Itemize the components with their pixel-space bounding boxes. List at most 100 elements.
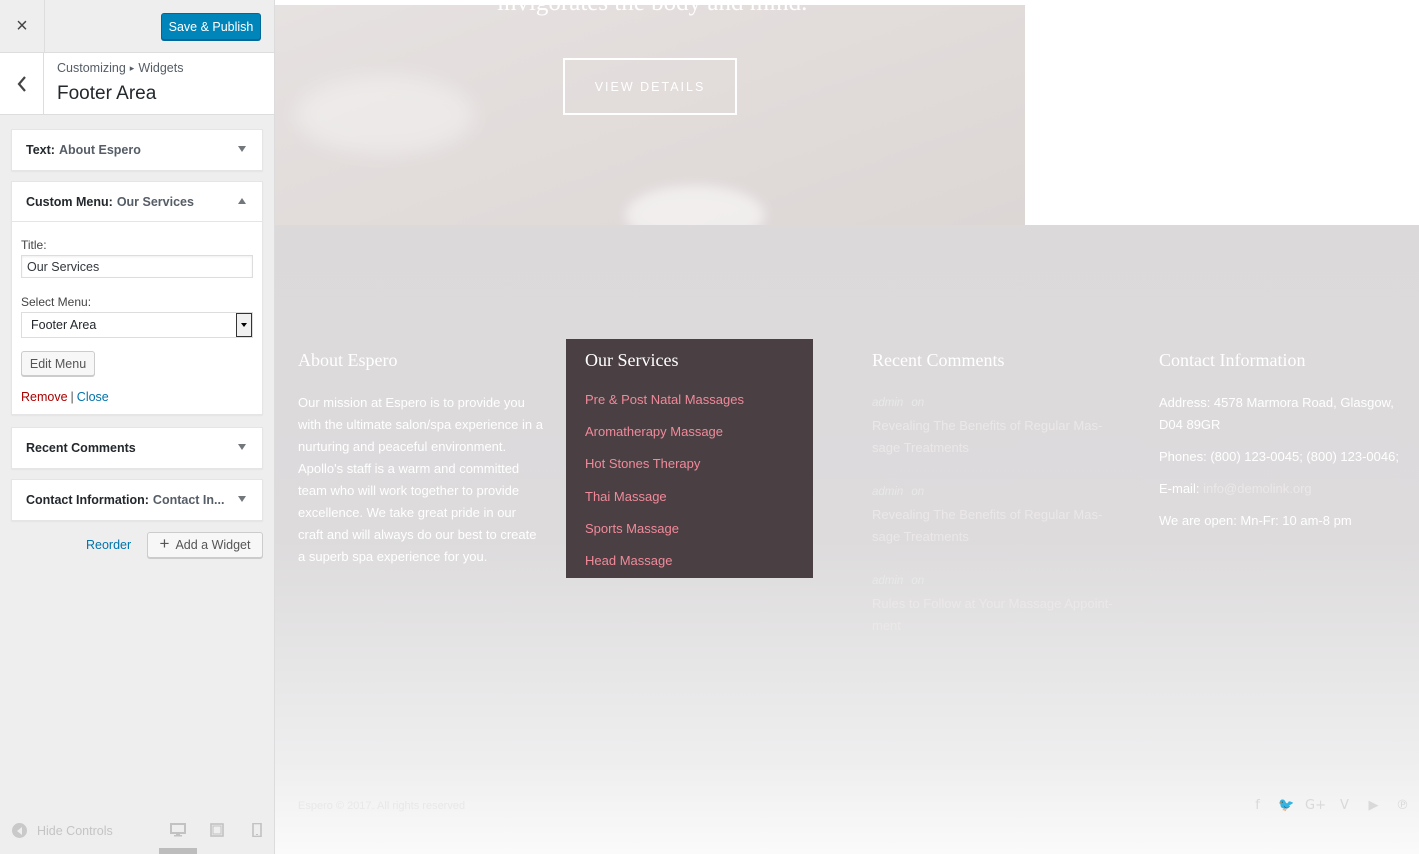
widget-type: Contact Information: bbox=[26, 493, 149, 507]
chevron-left-icon bbox=[17, 75, 26, 92]
contact-phones: Phones: (800) 123-0045; (800) 123-0046; bbox=[1159, 449, 1399, 464]
widget-header[interactable]: Custom Menu: Our Services bbox=[12, 182, 262, 222]
comment-item: admin on Rules to Follow at Your Massage … bbox=[872, 575, 1117, 637]
copyright-text: Espero © 2017. All rights reserved bbox=[298, 800, 466, 812]
hero-image-hand bbox=[295, 75, 475, 155]
reorder-link[interactable]: Reorder bbox=[86, 538, 131, 552]
comment-post-link[interactable]: Revealing The Benefits of Regular Mas- s… bbox=[872, 415, 1117, 459]
close-customizer-button[interactable]: × bbox=[0, 0, 45, 53]
active-device-indicator bbox=[159, 848, 197, 854]
services-widget-highlight[interactable]: Our Services Pre & Post Natal Massages A… bbox=[566, 339, 813, 578]
widget-title: Contact In... bbox=[152, 493, 225, 507]
remove-link[interactable]: Remove bbox=[21, 390, 68, 404]
select-menu-value: Footer Area bbox=[31, 318, 97, 332]
desktop-preview-icon[interactable] bbox=[170, 823, 186, 837]
comment-meta: admin on bbox=[872, 397, 1117, 409]
comment-item: admin on Revealing The Benefits of Regula… bbox=[872, 397, 1117, 459]
add-widget-button[interactable]: + Add a Widget bbox=[147, 532, 263, 558]
mobile-preview-icon[interactable] bbox=[249, 823, 265, 837]
widget-title: Our Services bbox=[116, 194, 194, 209]
contact-hours: We are open: Mn-Fr: 10 am-8 pm bbox=[1159, 513, 1352, 528]
select-menu-label: Select Menu: bbox=[21, 295, 92, 309]
pinterest-icon[interactable]: ℗ bbox=[1388, 798, 1417, 813]
services-menu-item[interactable]: Head Massage bbox=[585, 553, 744, 585]
widget-header[interactable]: Text: About Espero bbox=[12, 130, 262, 170]
breadcrumb-current: Widgets bbox=[138, 61, 184, 75]
widget-type: Text: bbox=[26, 143, 55, 157]
close-icon: × bbox=[16, 15, 28, 37]
comment-item: admin on Revealing The Benefits of Regula… bbox=[872, 486, 1117, 548]
comment-post-link[interactable]: Revealing The Benefits of Regular Mas- s… bbox=[872, 504, 1117, 548]
widget-form: Title: Our Services Select Menu: Footer … bbox=[12, 238, 262, 404]
section-header: Customizing ▸ Widgets Footer Area bbox=[0, 53, 274, 115]
back-button[interactable] bbox=[0, 53, 44, 114]
select-menu-dropdown[interactable]: Footer Area bbox=[21, 312, 253, 338]
collapse-arrow-icon bbox=[12, 823, 27, 838]
close-link[interactable]: Close bbox=[77, 390, 109, 404]
comment-post-link[interactable]: Rules to Follow at Your Massage Appoint-… bbox=[872, 593, 1117, 637]
widget-type: Custom Menu: bbox=[26, 194, 113, 209]
comment-author[interactable]: admin bbox=[872, 575, 903, 587]
about-text: Our mission at Espero is to provide you … bbox=[298, 395, 543, 564]
section-title: Footer Area bbox=[57, 83, 157, 104]
widget-custom-menu: Custom Menu: Our Services Title: Our Ser… bbox=[11, 181, 263, 415]
services-menu-item[interactable]: Thai Massage bbox=[585, 489, 744, 521]
hero-heading: invigorates the body and mind. bbox=[497, 5, 807, 17]
comment-on: on bbox=[911, 575, 925, 587]
title-label: Title: bbox=[21, 238, 47, 252]
save-publish-button[interactable]: Save & Publish bbox=[161, 13, 261, 40]
widget-type: Recent Comments bbox=[26, 441, 136, 455]
social-links: f 🐦 G+ V ▶ ℗ bbox=[1243, 798, 1417, 813]
site-footer: About Espero Our mission at Espero is to… bbox=[275, 225, 1419, 854]
contact-email-link[interactable]: info@demolink.org bbox=[1203, 481, 1312, 496]
title-input[interactable]: Our Services bbox=[21, 255, 253, 278]
widget-title: About Espero bbox=[58, 143, 141, 157]
comment-meta: admin on bbox=[872, 575, 1117, 587]
services-menu-item[interactable]: Hot Stones Therapy bbox=[585, 456, 744, 488]
customizer-sidebar: × Save & Publish Customizing ▸ Widgets Foo… bbox=[0, 0, 275, 854]
widget-header[interactable]: Recent Comments bbox=[12, 428, 262, 468]
comment-on: on bbox=[911, 397, 925, 409]
plus-icon: + bbox=[159, 534, 170, 553]
hero-banner: invigorates the body and mind. VIEW DETA… bbox=[275, 5, 1025, 225]
google-plus-icon[interactable]: G+ bbox=[1301, 798, 1330, 813]
comment-on: on bbox=[911, 486, 925, 498]
hide-controls-button[interactable]: Hide Controls bbox=[12, 823, 113, 838]
youtube-icon[interactable]: ▶ bbox=[1359, 798, 1388, 813]
comment-author[interactable]: admin bbox=[872, 486, 903, 498]
action-separator: | bbox=[70, 390, 74, 404]
contact-email-row: E-mail: info@demolink.org bbox=[1159, 478, 1404, 500]
breadcrumb-parent: Customizing bbox=[57, 61, 126, 75]
twitter-icon[interactable]: 🐦 bbox=[1272, 798, 1301, 813]
view-details-button[interactable]: VIEW DETAILS bbox=[563, 58, 737, 115]
dropdown-arrow-icon[interactable] bbox=[236, 313, 252, 337]
recent-comments-title: Recent Comments bbox=[872, 350, 1005, 370]
breadcrumb-separator: ▸ bbox=[129, 63, 135, 73]
contact-info: Address: 4578 Marmora Road, Glasgow, D04… bbox=[1159, 392, 1404, 542]
services-menu-item[interactable]: Pre & Post Natal Massages bbox=[585, 392, 744, 424]
services-menu-item[interactable]: Sports Massage bbox=[585, 521, 744, 553]
breadcrumb: Customizing ▸ Widgets bbox=[57, 61, 183, 75]
caret-up-icon[interactable] bbox=[238, 198, 246, 204]
caret-down-icon[interactable] bbox=[238, 496, 246, 502]
widget-header[interactable]: Contact Information: Contact In... bbox=[12, 480, 262, 520]
widget-text-about: Text: About Espero bbox=[11, 129, 263, 171]
comment-author[interactable]: admin bbox=[872, 397, 903, 409]
services-title: Our Services bbox=[585, 350, 679, 370]
tablet-preview-icon[interactable] bbox=[209, 823, 225, 837]
comment-meta: admin on bbox=[872, 486, 1117, 498]
customizer-footer: Hide Controls bbox=[0, 812, 274, 854]
caret-down-icon[interactable] bbox=[238, 146, 246, 152]
contact-title: Contact Information bbox=[1159, 350, 1306, 370]
services-menu: Pre & Post Natal Massages Aromatherapy M… bbox=[585, 392, 744, 585]
widget-actions: Remove | Close bbox=[21, 390, 253, 404]
services-menu-item[interactable]: Aromatherapy Massage bbox=[585, 424, 744, 456]
contact-email-label: E-mail: bbox=[1159, 481, 1200, 496]
vimeo-icon[interactable]: V bbox=[1330, 798, 1359, 813]
customizer-header: × Save & Publish bbox=[0, 0, 274, 53]
hide-controls-label: Hide Controls bbox=[37, 823, 113, 838]
edit-menu-button[interactable]: Edit Menu bbox=[21, 351, 95, 376]
facebook-icon[interactable]: f bbox=[1243, 798, 1272, 813]
hero-image-towel bbox=[625, 185, 765, 225]
caret-down-icon[interactable] bbox=[238, 444, 246, 450]
